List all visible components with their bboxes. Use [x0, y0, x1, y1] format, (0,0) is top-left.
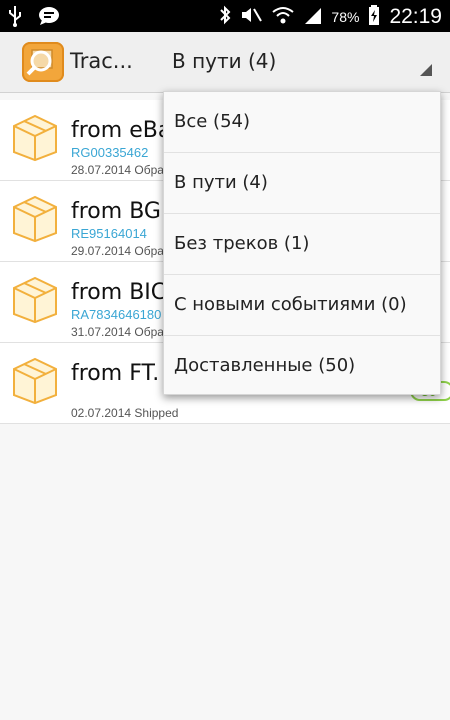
parcel-sender: from BG. [71, 199, 168, 224]
filter-option-new-events[interactable]: С новыми событиями (0) [164, 275, 440, 336]
filter-option-no-tracks[interactable]: Без треков (1) [164, 214, 440, 275]
parcel-status: 28.07.2014 Обра [71, 163, 164, 177]
parcel-status: 02.07.2014 Shipped [71, 406, 179, 420]
status-right-icons: 78% 22:19 [219, 4, 442, 30]
filter-option-in-transit[interactable]: В пути (4) [164, 153, 440, 214]
filter-option-delivered[interactable]: Доставленные (50) [164, 336, 440, 396]
app-title[interactable]: Trac... [70, 49, 133, 73]
filter-option-all[interactable]: Все (54) [164, 92, 440, 153]
clock: 22:19 [389, 5, 442, 28]
app-logo-icon[interactable] [22, 42, 64, 82]
parcel-sender: from FT. [71, 361, 160, 386]
parcel-status: 31.07.2014 Обра [71, 325, 164, 339]
mute-icon [239, 4, 263, 30]
package-icon [10, 195, 60, 247]
filter-option-label: С новыми событиями (0) [174, 294, 407, 315]
parcel-sender: from eBa [71, 118, 172, 143]
spinner-arrow-icon[interactable] [420, 64, 432, 76]
parcel-track-number: RE95164014 [71, 226, 147, 241]
filter-spinner[interactable]: В пути (4) [172, 49, 276, 73]
filter-option-label: Без треков (1) [174, 233, 310, 254]
package-icon [10, 114, 60, 166]
signal-icon [303, 4, 323, 30]
message-icon [38, 6, 60, 30]
parcel-sender: from BIC [71, 280, 167, 305]
battery-percent: 78% [331, 9, 360, 25]
bluetooth-icon [219, 4, 231, 30]
action-bar: Trac... В пути (4) [0, 32, 450, 93]
wifi-icon [271, 4, 295, 30]
usb-icon [8, 5, 22, 31]
package-icon [10, 276, 60, 328]
filter-option-label: Доставленные (50) [174, 355, 356, 376]
package-icon [10, 357, 60, 409]
battery-charging-icon [367, 4, 381, 30]
filter-option-label: В пути (4) [174, 172, 268, 193]
parcel-track-number: RG00335462 [71, 145, 149, 160]
parcel-track-number: RA7834646180 [71, 307, 162, 322]
filter-option-label: Все (54) [174, 111, 250, 132]
parcel-status: 29.07.2014 Обра [71, 244, 164, 258]
filter-dropdown-menu: Все (54) В пути (4) Без треков (1) С нов… [163, 91, 441, 395]
status-bar: 78% 22:19 [0, 0, 450, 32]
status-left-icons [8, 5, 60, 31]
